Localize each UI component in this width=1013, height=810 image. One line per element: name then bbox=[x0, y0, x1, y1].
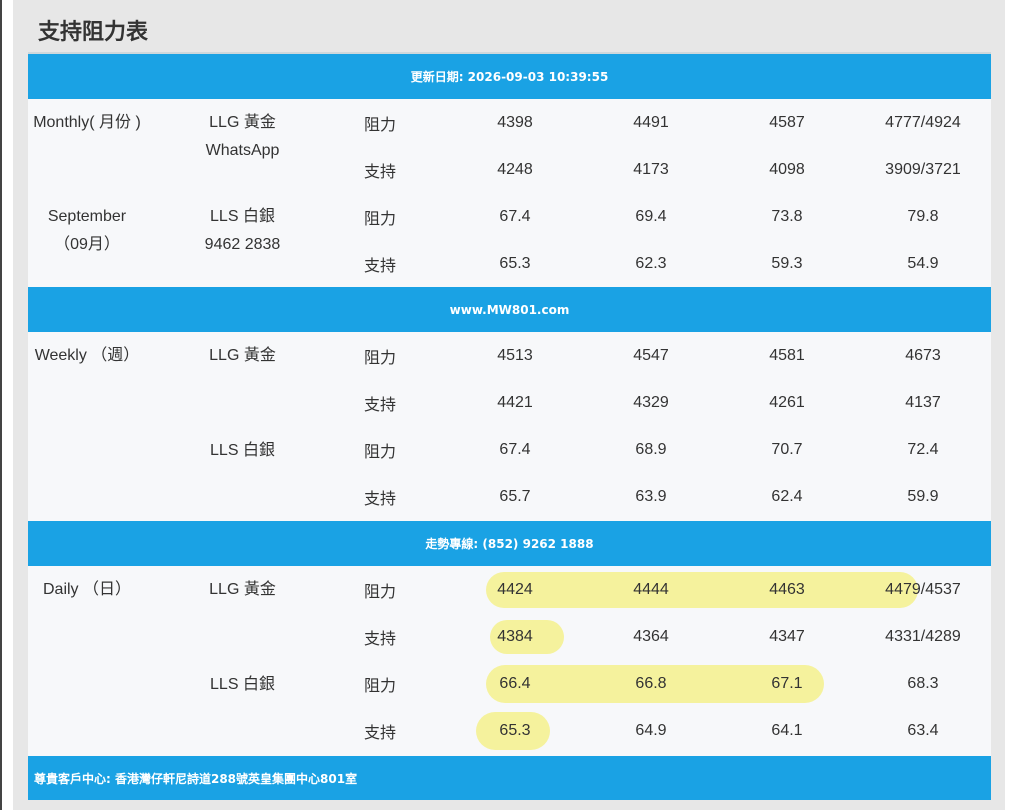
table-row: 支持 4384 4364 4347 4331/4289 bbox=[28, 613, 991, 660]
daily-section: Daily （日） LLG 黃金 LLS 白銀 阻力 4424 4444 446… bbox=[28, 566, 991, 756]
value-cell: 62.3 bbox=[635, 254, 667, 272]
value-cell: 79.8 bbox=[907, 207, 939, 225]
daily-silver-label: LLS 白銀 bbox=[210, 676, 275, 693]
table-row: 支持 65.3 64.9 64.1 63.4 bbox=[28, 707, 991, 754]
window-edge bbox=[0, 0, 2, 810]
weekly-silver-label: LLS 白銀 bbox=[210, 442, 275, 459]
value-cell: 65.3 bbox=[499, 254, 531, 272]
value-cell: 65.7 bbox=[499, 487, 531, 505]
table-row: 支持 65.7 63.9 62.4 59.9 bbox=[28, 473, 991, 520]
row-type: 支持 bbox=[363, 630, 396, 648]
website-band: www.MW801.com bbox=[28, 287, 991, 332]
value-cell: 4384 bbox=[497, 627, 533, 645]
weekly-section: Weekly （週） LLG 黃金 LLS 白銀 阻力 4513 4547 45… bbox=[28, 332, 991, 521]
value-cell: 4364 bbox=[633, 627, 669, 645]
update-date-band: 更新日期: 2026-09-03 10:39:55 bbox=[28, 54, 991, 99]
value-cell: 4581 bbox=[769, 346, 805, 364]
daily-period-label: Daily （日） bbox=[42, 581, 131, 598]
value-cell: 67.4 bbox=[499, 207, 531, 225]
month-name-label: September （09月） bbox=[28, 201, 146, 260]
address-band: 尊貴客戶中心: 香港灣仔軒尼詩道288號英皇集團中心801室 bbox=[28, 756, 991, 800]
value-cell: 4261 bbox=[769, 393, 805, 411]
month-number: （09月） bbox=[54, 236, 120, 253]
monthly-period-text: Monthly( 月份 ) bbox=[33, 114, 141, 131]
daily-gold-label: LLG 黃金 bbox=[209, 581, 276, 598]
table-row: 支持 4421 4329 4261 4137 bbox=[28, 379, 991, 426]
row-type: 阻力 bbox=[363, 210, 396, 228]
row-type: 支持 bbox=[363, 163, 396, 181]
value-cell: 54.9 bbox=[907, 254, 939, 272]
monthly-period-label: Monthly( 月份 ) bbox=[28, 107, 146, 138]
value-cell: 4479/4537 bbox=[885, 580, 961, 598]
row-type: 阻力 bbox=[363, 583, 396, 601]
hotline-band: 走勢專線: (852) 9262 1888 bbox=[28, 521, 991, 566]
value-cell: 67.1 bbox=[771, 674, 803, 692]
value-cell: 4421 bbox=[497, 393, 533, 411]
value-cell: 4444 bbox=[633, 580, 669, 598]
value-cell: 4513 bbox=[497, 346, 533, 364]
weekly-period-label: Weekly （週） bbox=[34, 347, 140, 364]
table-row: 支持 65.3 62.3 59.3 54.9 bbox=[28, 240, 991, 287]
table-row: 阻力 4513 4547 4581 4673 bbox=[28, 332, 991, 379]
row-type: 支持 bbox=[363, 724, 396, 742]
value-cell: 65.3 bbox=[499, 721, 531, 739]
value-cell: 72.4 bbox=[907, 440, 939, 458]
month-name: September bbox=[47, 208, 127, 225]
value-cell: 4777/4924 bbox=[885, 113, 961, 131]
weekly-gold-label: LLG 黃金 bbox=[209, 347, 276, 364]
page-title: 支持阻力表 bbox=[38, 20, 149, 45]
value-cell: 4098 bbox=[769, 160, 805, 178]
value-cell: 4463 bbox=[769, 580, 805, 598]
value-cell: 62.4 bbox=[771, 487, 803, 505]
value-cell: 66.8 bbox=[635, 674, 667, 692]
monthly-section: Monthly( 月份 ) September （09月） LLG 黃金 Wha… bbox=[28, 99, 991, 287]
value-cell: 59.9 bbox=[907, 487, 939, 505]
value-cell: 4491 bbox=[633, 113, 669, 131]
table-row: 阻力 66.4 66.8 67.1 68.3 bbox=[28, 660, 991, 707]
value-cell: 4424 bbox=[497, 580, 533, 598]
value-cell: 68.3 bbox=[907, 674, 939, 692]
table-row: 阻力 4424 4444 4463 4479/4537 bbox=[28, 566, 991, 613]
value-cell: 73.8 bbox=[771, 207, 803, 225]
value-cell: 4329 bbox=[633, 393, 669, 411]
row-type: 支持 bbox=[363, 257, 396, 275]
table-row: 阻力 4398 4491 4587 4777/4924 bbox=[28, 99, 991, 146]
value-cell: 4673 bbox=[905, 346, 941, 364]
value-cell: 68.9 bbox=[635, 440, 667, 458]
value-cell: 63.4 bbox=[907, 721, 939, 739]
value-cell: 4248 bbox=[497, 160, 533, 178]
row-type: 支持 bbox=[363, 490, 396, 508]
value-cell: 64.9 bbox=[635, 721, 667, 739]
value-cell: 4137 bbox=[905, 393, 941, 411]
silver-name: LLS 白銀 bbox=[210, 208, 275, 225]
support-resistance-table: 更新日期: 2026-09-03 10:39:55 Monthly( 月份 ) … bbox=[28, 54, 991, 800]
row-type: 支持 bbox=[363, 396, 396, 414]
monthly-silver-label: LLS 白銀 9462 2838 bbox=[186, 201, 299, 260]
value-cell: 63.9 bbox=[635, 487, 667, 505]
value-cell: 4173 bbox=[633, 160, 669, 178]
value-cell: 67.4 bbox=[499, 440, 531, 458]
row-type: 阻力 bbox=[363, 116, 396, 134]
value-cell: 69.4 bbox=[635, 207, 667, 225]
value-cell: 4331/4289 bbox=[885, 627, 961, 645]
table-row: 支持 4248 4173 4098 3909/3721 bbox=[28, 146, 991, 193]
value-cell: 70.7 bbox=[771, 440, 803, 458]
value-cell: 64.1 bbox=[771, 721, 803, 739]
value-cell: 3909/3721 bbox=[885, 160, 961, 178]
value-cell: 66.4 bbox=[499, 674, 531, 692]
gold-name: LLG 黃金 bbox=[209, 114, 276, 131]
whatsapp-label: WhatsApp bbox=[205, 142, 280, 159]
monthly-gold-label: LLG 黃金 WhatsApp bbox=[186, 107, 299, 166]
row-type: 阻力 bbox=[363, 443, 396, 461]
table-row: 阻力 67.4 68.9 70.7 72.4 bbox=[28, 426, 991, 473]
row-type: 阻力 bbox=[363, 349, 396, 367]
value-cell: 4398 bbox=[497, 113, 533, 131]
whatsapp-number: 9462 2838 bbox=[204, 236, 281, 253]
value-cell: 4547 bbox=[633, 346, 669, 364]
table-row: 阻力 67.4 69.4 73.8 79.8 bbox=[28, 193, 991, 240]
value-cell: 59.3 bbox=[771, 254, 803, 272]
row-type: 阻力 bbox=[363, 677, 396, 695]
value-cell: 4587 bbox=[769, 113, 805, 131]
value-cell: 4347 bbox=[769, 627, 805, 645]
